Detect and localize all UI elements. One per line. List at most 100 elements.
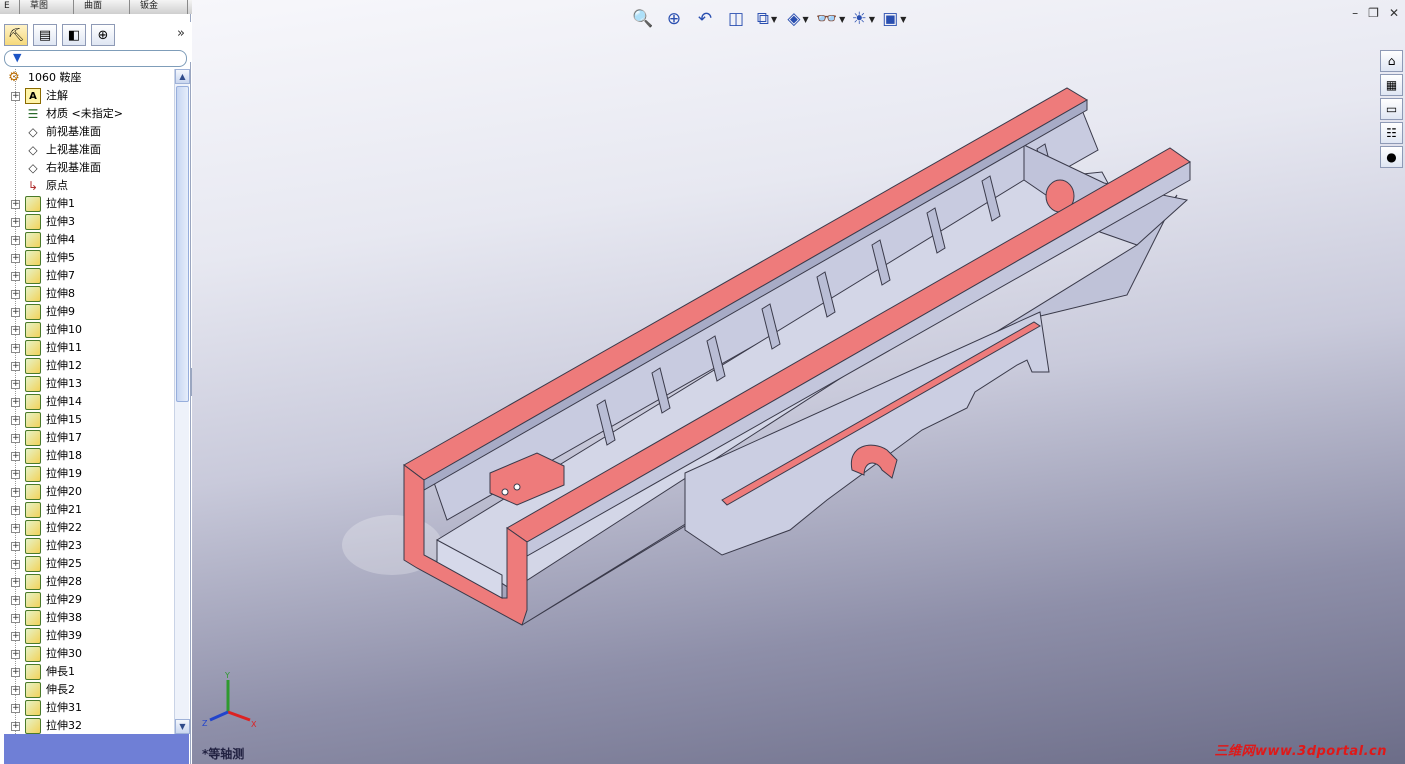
propertymanager-icon[interactable]: ▤	[33, 24, 57, 46]
zoom-to-fit-button[interactable]: 🔍	[630, 6, 656, 32]
expand-toggle-icon[interactable]: +	[11, 308, 20, 317]
expand-toggle-icon[interactable]: +	[11, 524, 20, 533]
tree-item[interactable]: + 拉伸22	[4, 519, 174, 537]
tree-item[interactable]: + 拉伸12	[4, 357, 174, 375]
tree-item[interactable]: ◇ 前视基准面	[4, 123, 174, 141]
command-tab[interactable]: E	[0, 0, 20, 14]
tree-item[interactable]: + 拉伸32	[4, 717, 174, 734]
part-model-3d[interactable]	[192, 0, 1405, 764]
tree-item[interactable]: + 伸長1	[4, 663, 174, 681]
solidworks-resources-icon[interactable]: ⌂	[1380, 50, 1403, 72]
tree-item[interactable]: ◇ 右视基准面	[4, 159, 174, 177]
tree-item[interactable]: + 拉伸4	[4, 231, 174, 249]
expand-toggle-icon[interactable]: +	[11, 668, 20, 677]
display-style-button[interactable]: ◈ ▼	[785, 6, 811, 32]
configurationmanager-icon[interactable]: ◧	[62, 24, 86, 46]
tree-item[interactable]: + 拉伸20	[4, 483, 174, 501]
expand-toggle-icon[interactable]: +	[11, 506, 20, 515]
tree-item[interactable]: + 拉伸10	[4, 321, 174, 339]
tree-item[interactable]: + 拉伸31	[4, 699, 174, 717]
expand-toggle-icon[interactable]: +	[11, 92, 20, 101]
feature-tree-scrollbar[interactable]: ▲ ▼	[174, 69, 190, 734]
expand-toggle-icon[interactable]: +	[11, 236, 20, 245]
graphics-area[interactable]: 🔍 ⊕ ↶ ◫ ⧉ ▼ ◈ ▼ 👓 ▼ ☀ ▼ ▣ ▼ – ❐ ✕ ⌂ ▦ ▭ ☷ ● Y X Z *等轴测	[192, 0, 1405, 764]
tree-item[interactable]: + 拉伸23	[4, 537, 174, 555]
tree-item[interactable]: + 拉伸28	[4, 573, 174, 591]
tree-item[interactable]: + 拉伸5	[4, 249, 174, 267]
view-settings-button[interactable]: ▣ ▼	[881, 6, 907, 32]
featuremanager-icon[interactable]: ⛏	[4, 24, 28, 46]
expand-toggle-icon[interactable]: +	[11, 398, 20, 407]
expand-toggle-icon[interactable]: +	[11, 344, 20, 353]
expand-toggle-icon[interactable]: +	[11, 632, 20, 641]
tree-item[interactable]: ◇ 上视基准面	[4, 141, 174, 159]
chevron-down-icon[interactable]: ▼	[900, 15, 906, 24]
hide-show-items-button[interactable]: 👓 ▼	[816, 6, 845, 32]
tree-item[interactable]: + 拉伸29	[4, 591, 174, 609]
previous-view-button[interactable]: ↶	[692, 6, 718, 32]
tree-item[interactable]: + 伸長2	[4, 681, 174, 699]
tree-item[interactable]: + 拉伸30	[4, 645, 174, 663]
view-palette-icon[interactable]: ☷	[1380, 122, 1403, 144]
expand-toggle-icon[interactable]: +	[11, 614, 20, 623]
chevron-down-icon[interactable]: ▼	[839, 15, 845, 24]
expand-toggle-icon[interactable]: +	[11, 452, 20, 461]
design-library-icon[interactable]: ▦	[1380, 74, 1403, 96]
tree-item[interactable]: + 拉伸17	[4, 429, 174, 447]
close-icon[interactable]: ✕	[1389, 6, 1399, 20]
tree-item[interactable]: + A 注解	[4, 87, 174, 105]
tree-item[interactable]: + 拉伸13	[4, 375, 174, 393]
expand-toggle-icon[interactable]: +	[11, 200, 20, 209]
view-orientation-button[interactable]: ⧉ ▼	[754, 6, 780, 32]
expand-toggle-icon[interactable]: +	[11, 542, 20, 551]
chevron-down-icon[interactable]: ▼	[802, 15, 808, 24]
tree-item[interactable]: + 拉伸38	[4, 609, 174, 627]
tree-item[interactable]: + 拉伸21	[4, 501, 174, 519]
expand-toggle-icon[interactable]: +	[11, 596, 20, 605]
expand-toggle-icon[interactable]: +	[11, 704, 20, 713]
scroll-thumb[interactable]	[176, 86, 189, 402]
expand-toggle-icon[interactable]: +	[11, 218, 20, 227]
command-tab[interactable]: 钣金	[130, 0, 188, 14]
expand-toggle-icon[interactable]: +	[11, 722, 20, 731]
tree-item[interactable]: + 拉伸1	[4, 195, 174, 213]
scroll-up-button[interactable]: ▲	[175, 69, 190, 84]
tree-root-part[interactable]: ⚙ 1060 鞍座	[4, 69, 174, 87]
feature-tree-filter-input[interactable]: ▼	[4, 50, 187, 67]
expand-panel-icon[interactable]: »	[177, 26, 185, 41]
expand-toggle-icon[interactable]: +	[11, 434, 20, 443]
tree-item[interactable]: + 拉伸15	[4, 411, 174, 429]
expand-toggle-icon[interactable]: +	[11, 470, 20, 479]
command-tab[interactable]: 曲面	[74, 0, 130, 14]
tree-item[interactable]: + 拉伸39	[4, 627, 174, 645]
tree-item[interactable]: ↳ 原点	[4, 177, 174, 195]
edit-appearance-button[interactable]: ☀ ▼	[850, 6, 876, 32]
tree-item[interactable]: + 拉伸8	[4, 285, 174, 303]
tree-item[interactable]: + 拉伸3	[4, 213, 174, 231]
zoom-to-area-button[interactable]: ⊕	[661, 6, 687, 32]
expand-toggle-icon[interactable]: +	[11, 686, 20, 695]
expand-toggle-icon[interactable]: +	[11, 380, 20, 389]
restore-icon[interactable]: ❐	[1368, 6, 1379, 20]
file-explorer-icon[interactable]: ▭	[1380, 98, 1403, 120]
expand-toggle-icon[interactable]: +	[11, 578, 20, 587]
chevron-down-icon[interactable]: ▼	[771, 15, 777, 24]
expand-toggle-icon[interactable]: +	[11, 488, 20, 497]
tree-item[interactable]: + 拉伸7	[4, 267, 174, 285]
tree-item[interactable]: + 拉伸18	[4, 447, 174, 465]
tree-item[interactable]: + 拉伸14	[4, 393, 174, 411]
tree-item[interactable]: + 拉伸11	[4, 339, 174, 357]
dimxpert-manager-icon[interactable]: ⊕	[91, 24, 115, 46]
appearances-icon[interactable]: ●	[1380, 146, 1403, 168]
tree-item[interactable]: + 拉伸9	[4, 303, 174, 321]
tree-item[interactable]: ☰ 材质 <未指定>	[4, 105, 174, 123]
expand-toggle-icon[interactable]: +	[11, 272, 20, 281]
expand-toggle-icon[interactable]: +	[11, 560, 20, 569]
tree-item[interactable]: + 拉伸19	[4, 465, 174, 483]
expand-toggle-icon[interactable]: +	[11, 416, 20, 425]
expand-toggle-icon[interactable]: +	[11, 254, 20, 263]
expand-toggle-icon[interactable]: +	[11, 362, 20, 371]
expand-toggle-icon[interactable]: +	[11, 290, 20, 299]
expand-toggle-icon[interactable]: +	[11, 650, 20, 659]
command-tab[interactable]: 草图	[20, 0, 74, 14]
